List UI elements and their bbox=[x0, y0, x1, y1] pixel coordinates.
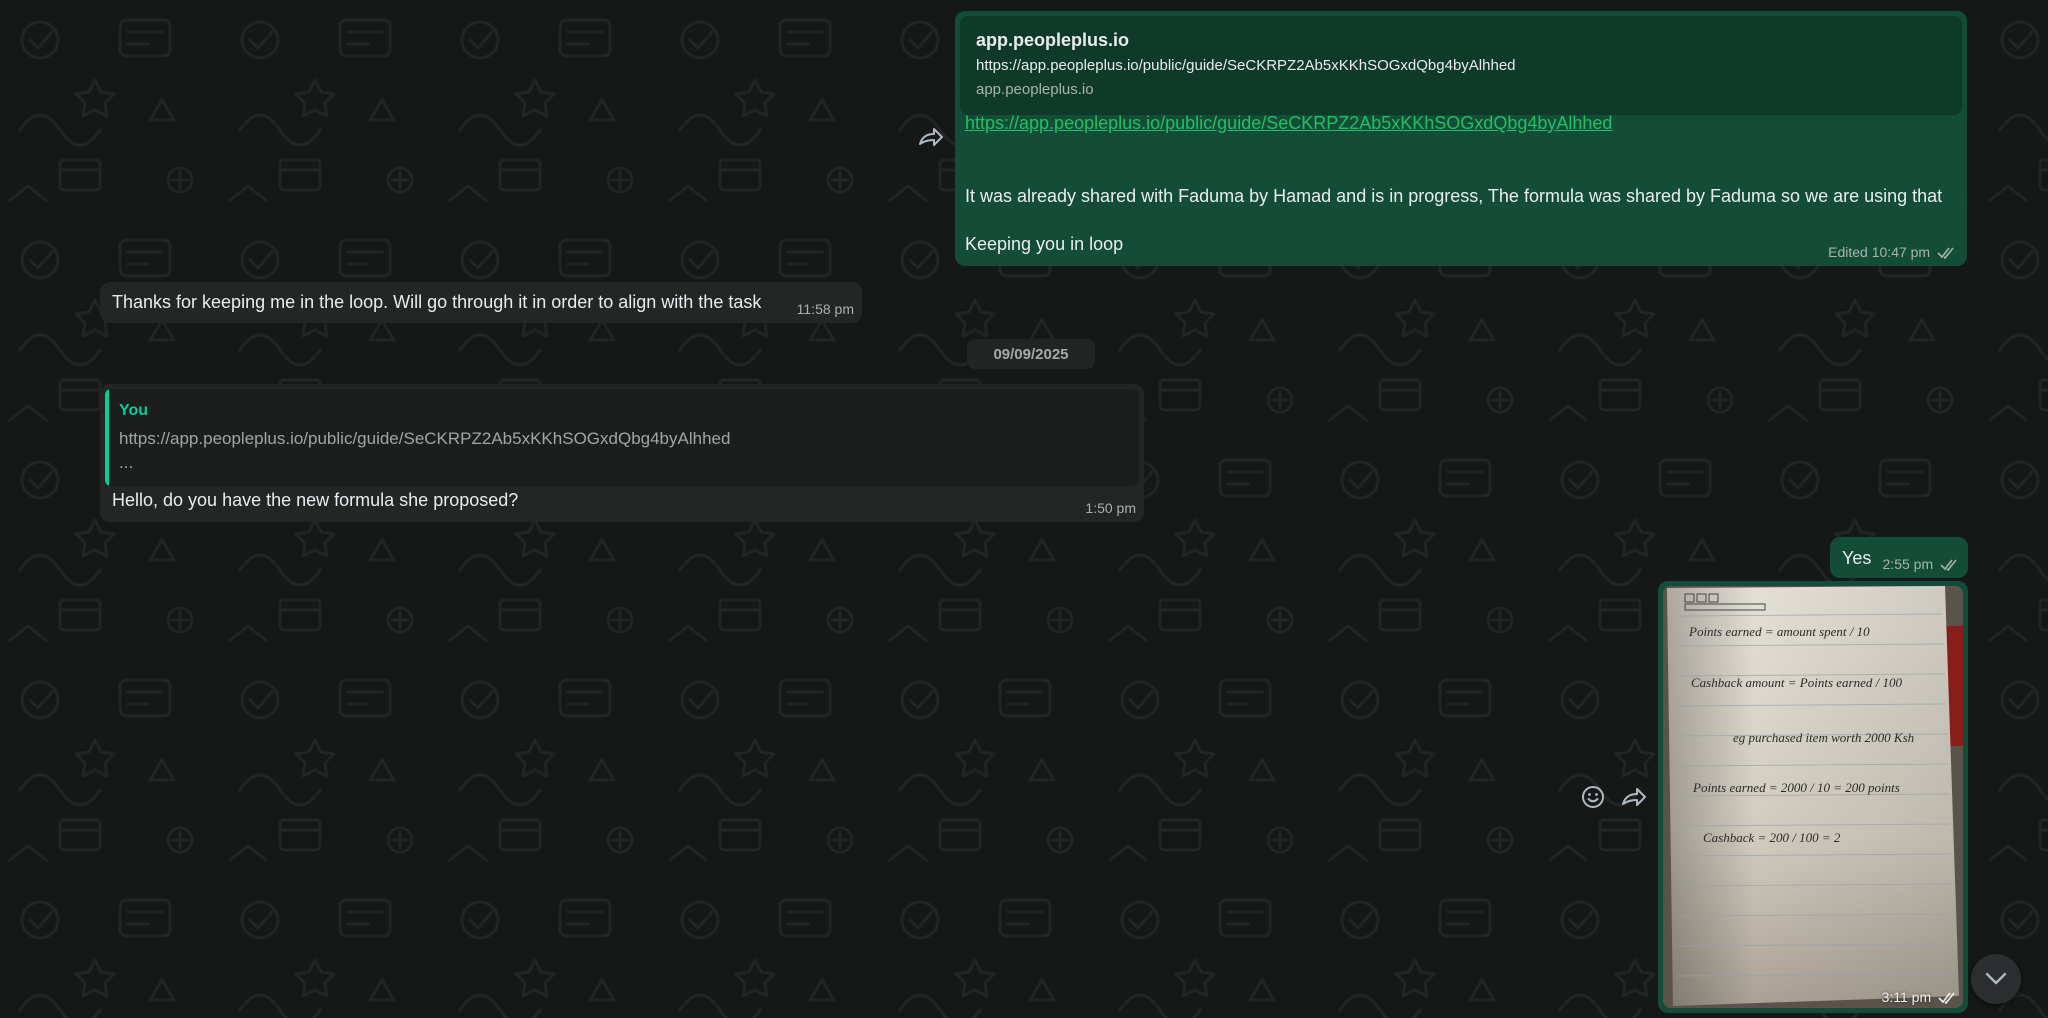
photo-line: Points earned = amount spent / 10 bbox=[1688, 624, 1870, 639]
notebook-photo: Points earned = amount spent / 10 Cashba… bbox=[1663, 586, 1963, 1008]
date-separator: 09/09/2025 bbox=[967, 339, 1095, 369]
link-preview-url: https://app.peopleplus.io/public/guide/S… bbox=[976, 57, 1516, 74]
react-button[interactable] bbox=[1579, 783, 1607, 811]
link-preview-title: app.peopleplus.io bbox=[976, 30, 1130, 50]
message-text: It was already shared with Faduma by Ham… bbox=[965, 186, 1943, 206]
message-time: 1:50 pm bbox=[1085, 500, 1136, 516]
message-text: Thanks for keeping me in the loop. Will … bbox=[112, 292, 762, 312]
incoming-message[interactable]: Thanks for keeping me in the loop. Will … bbox=[100, 282, 862, 323]
link-preview[interactable]: app.peopleplus.io https://app.peopleplus… bbox=[960, 16, 1962, 115]
forward-button[interactable] bbox=[917, 123, 945, 151]
scroll-to-bottom-button[interactable] bbox=[1971, 954, 2021, 1004]
quote-text: https://app.peopleplus.io/public/guide/S… bbox=[119, 429, 731, 448]
quoted-message[interactable]: You https://app.peopleplus.io/public/gui… bbox=[105, 389, 1139, 486]
double-check-icon bbox=[1940, 559, 1957, 572]
photo-line: Points earned = 2000 / 10 = 200 points bbox=[1692, 780, 1900, 795]
link-preview-domain: app.peopleplus.io bbox=[976, 81, 1094, 98]
outgoing-message[interactable]: app.peopleplus.io https://app.peopleplus… bbox=[955, 11, 1967, 266]
double-check-icon bbox=[1937, 247, 1954, 260]
quote-accent-bar bbox=[105, 389, 109, 486]
photo-line: eg purchased item worth 2000 Ksh bbox=[1733, 730, 1914, 745]
message-text: Hello, do you have the new formula she p… bbox=[112, 490, 519, 510]
incoming-message[interactable]: You https://app.peopleplus.io/public/gui… bbox=[100, 384, 1144, 522]
message-meta: Edited 10:47 pm bbox=[1828, 244, 1955, 260]
double-check-icon bbox=[1938, 992, 1955, 1005]
forward-icon bbox=[1622, 788, 1646, 806]
forward-button[interactable] bbox=[1620, 783, 1648, 811]
message-meta: 3:11 pm bbox=[1882, 989, 1956, 1005]
message-link[interactable]: https://app.peopleplus.io/public/guide/S… bbox=[965, 113, 1612, 134]
forward-icon bbox=[919, 128, 943, 146]
message-text: Yes bbox=[1842, 548, 1872, 568]
message-time: Edited 10:47 pm bbox=[1828, 244, 1931, 260]
message-meta: 2:55 pm bbox=[1883, 556, 1958, 572]
emoji-icon bbox=[1582, 786, 1604, 808]
message-text: Keeping you in loop bbox=[965, 234, 1124, 254]
photo-line: Cashback amount = Points earned / 100 bbox=[1691, 675, 1902, 690]
outgoing-image-message[interactable]: Points earned = amount spent / 10 Cashba… bbox=[1658, 581, 1968, 1013]
photo-line: Cashback = 200 / 100 = 2 bbox=[1703, 830, 1841, 845]
message-time: 2:55 pm bbox=[1882, 556, 1934, 572]
message-time: 3:11 pm bbox=[1881, 989, 1932, 1005]
quote-ellipsis: ... bbox=[119, 453, 134, 472]
quote-author: You bbox=[119, 402, 149, 419]
outgoing-message[interactable]: Yes 2:55 pm bbox=[1830, 537, 1968, 578]
message-time: 11:58 pm bbox=[796, 301, 854, 317]
chevron-down-icon bbox=[1985, 972, 2007, 985]
message-photo[interactable]: Points earned = amount spent / 10 Cashba… bbox=[1663, 586, 1963, 1008]
